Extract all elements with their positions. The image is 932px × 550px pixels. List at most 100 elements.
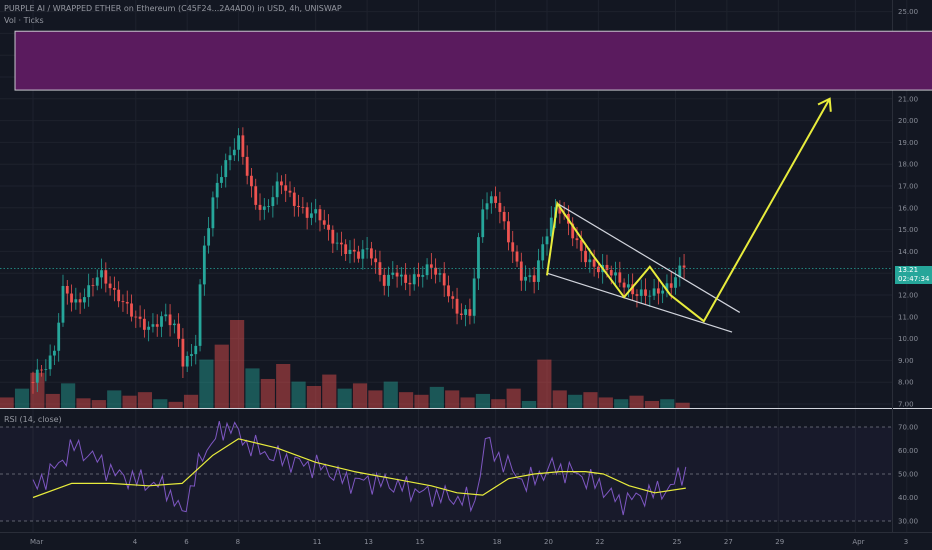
candle-body: [575, 238, 579, 241]
candle-body: [275, 181, 279, 198]
price-tick-label: 10.00: [898, 335, 918, 343]
candle-body: [365, 248, 369, 250]
candle-body: [160, 316, 163, 327]
time-tick-label: 25: [673, 538, 682, 546]
candle-body: [477, 237, 480, 279]
volume-bar: [506, 388, 521, 408]
current-price-tag: 13.21: [895, 266, 932, 275]
candle-body: [87, 285, 91, 298]
candle-body: [644, 289, 647, 296]
candle-body: [494, 196, 497, 203]
volume-bar: [168, 401, 183, 408]
candle-body: [271, 197, 275, 207]
volume-bar: [322, 374, 337, 408]
candle-body: [44, 369, 48, 371]
volume-bar: [291, 381, 306, 408]
candle-body: [100, 270, 103, 278]
candle-body: [622, 282, 626, 288]
volume-bar: [429, 386, 444, 408]
candle-body: [489, 196, 493, 204]
candle-body: [322, 220, 326, 225]
candle-body: [669, 283, 673, 288]
volume-bar: [568, 394, 583, 408]
volume-bar: [614, 399, 629, 408]
candle-body: [254, 186, 258, 205]
candle-body: [155, 324, 159, 327]
candle-body: [635, 294, 639, 296]
volume-bar: [107, 390, 122, 408]
candle-body: [117, 289, 121, 302]
volume-bar: [352, 383, 368, 408]
candle-body: [361, 249, 365, 259]
candle-body: [335, 242, 339, 244]
candle-body: [211, 197, 215, 229]
volume-bar: [644, 400, 659, 408]
candle-body: [438, 273, 442, 275]
volume-bar: [675, 402, 690, 408]
candle-body: [185, 355, 189, 367]
candle-body: [284, 185, 288, 191]
channel-line: [546, 272, 733, 333]
volume-bar: [183, 394, 199, 408]
candle-body: [472, 278, 476, 316]
candle-body: [301, 206, 305, 208]
volume-label: Vol · Ticks: [4, 16, 44, 25]
candle-body: [605, 264, 609, 271]
candle-body: [609, 270, 613, 276]
countdown-tag: 02:47:34: [895, 275, 932, 284]
price-tick-label: 12.00: [898, 292, 918, 300]
candle-body: [121, 301, 125, 303]
volume-bar: [660, 399, 675, 408]
candle-body: [83, 297, 86, 303]
time-tick-label: 27: [724, 538, 733, 546]
candle-body: [305, 207, 309, 218]
candle-body: [310, 213, 313, 218]
volume-bar: [61, 383, 76, 408]
price-tick-label: 16.00: [898, 204, 918, 212]
time-tick-label: Mar: [30, 538, 43, 546]
candle-body: [459, 313, 463, 315]
candle-body: [327, 224, 330, 230]
candle-body: [369, 248, 373, 259]
candle-body: [220, 177, 223, 183]
candle-body: [579, 240, 583, 251]
candle-body: [618, 272, 622, 283]
price-tick-label: 9.00: [898, 357, 914, 365]
projection-path: [546, 98, 831, 323]
rsi-pane: 30.00 40.00 50.00 60.00 70.00: [0, 420, 918, 526]
candle-body: [528, 275, 532, 277]
candle-body: [297, 205, 300, 207]
candle-body: [614, 272, 617, 276]
candle-body: [224, 160, 228, 178]
rsi-tick-label: 60.00: [898, 447, 918, 455]
price-tick-label: 21.00: [898, 95, 918, 103]
candle-body: [541, 244, 545, 261]
price-tick-label: 11.00: [898, 313, 918, 321]
candle-body: [507, 221, 510, 243]
volume-bar: [0, 397, 14, 408]
candle-body: [74, 299, 78, 303]
candle-body: [318, 209, 322, 221]
candle-body: [404, 274, 408, 283]
candle-body: [147, 326, 151, 330]
candle-body: [177, 323, 181, 339]
candle-body: [626, 284, 630, 288]
candle-body: [498, 202, 502, 212]
candle-body: [258, 204, 262, 210]
candle-body: [481, 209, 485, 238]
candle-body: [48, 355, 52, 370]
price-chart[interactable]: 7.008.009.0010.0011.0012.0013.0014.0015.…: [0, 0, 932, 550]
supply-zone-box: [14, 30, 932, 91]
candle-body: [464, 309, 468, 315]
candle-body: [35, 369, 39, 383]
candle-body: [395, 272, 399, 277]
candle-body: [357, 251, 360, 259]
candle-body: [656, 288, 660, 294]
candle-body: [584, 250, 587, 263]
candle-body: [532, 275, 536, 282]
time-tick-label: 8: [236, 538, 240, 546]
time-tick-label: 22: [595, 538, 604, 546]
candle-body: [639, 289, 643, 296]
candle-body: [425, 264, 429, 276]
candle-body: [682, 265, 686, 268]
